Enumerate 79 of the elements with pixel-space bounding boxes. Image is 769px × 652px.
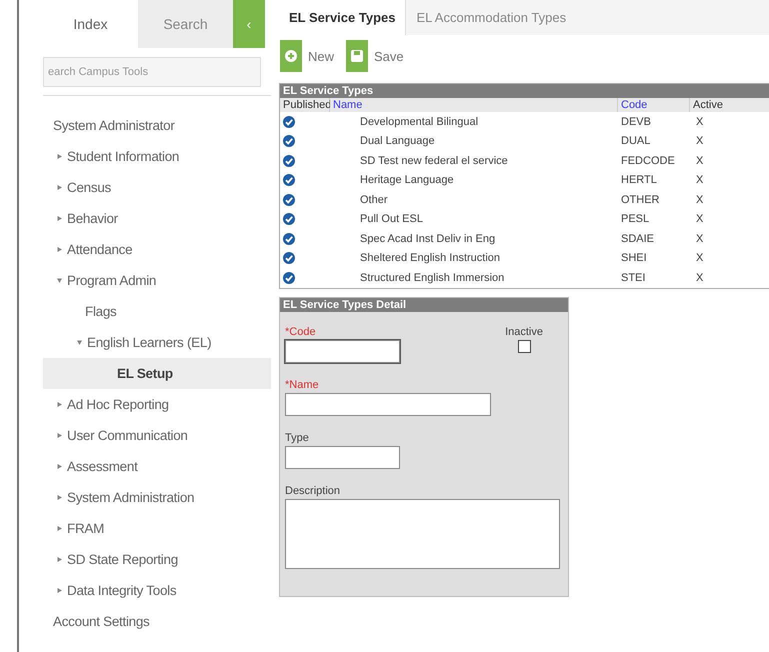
table-cell-text: X <box>695 212 704 228</box>
table-cell-text: X <box>695 114 704 130</box>
caret-right-icon <box>57 464 62 469</box>
caret-right-icon <box>57 402 62 407</box>
save-icon <box>346 40 368 72</box>
table-cell-text: Dual Language <box>359 134 436 150</box>
table-cell-text: HERTL <box>620 173 658 188</box>
caret-right-icon <box>57 216 62 221</box>
caret-right-icon <box>57 588 62 593</box>
nav-item[interactable]: Student Information <box>43 141 271 172</box>
panel-title: EL Service Types Detail <box>280 298 568 312</box>
new-button[interactable]: New <box>280 40 334 72</box>
save-button[interactable]: Save <box>346 40 404 72</box>
caret-right-icon <box>57 526 62 531</box>
field-label: *Name <box>285 378 320 390</box>
table-cell-text: DUAL <box>620 134 652 150</box>
caret-down-icon <box>77 340 82 345</box>
table-cell-text: Heritage Language <box>359 173 455 188</box>
column-header: Active <box>690 98 769 112</box>
field-label: Description <box>285 484 342 496</box>
table-cell-text: Other <box>359 192 389 208</box>
nav-item[interactable]: System Administrator <box>43 110 271 141</box>
nav-item[interactable]: System Administration <box>43 482 271 513</box>
table-cell-text: X <box>695 270 704 286</box>
nav-item[interactable]: Behavior <box>43 203 271 234</box>
nav-item[interactable]: SD State Reporting <box>43 544 271 575</box>
nav-item[interactable]: EL Setup <box>43 358 271 389</box>
field-label: Type <box>285 432 310 444</box>
table-cell-text: X <box>695 154 704 169</box>
nav-item[interactable]: Attendance <box>43 234 271 265</box>
table-title: EL Service Types <box>280 84 769 98</box>
field-label: *Code <box>285 326 317 338</box>
caret-down-icon <box>57 278 62 283</box>
table-cell-text: FEDCODE <box>620 154 676 169</box>
nav-item[interactable]: FRAM <box>43 513 271 544</box>
nav-item[interactable]: Ad Hoc Reporting <box>43 389 271 420</box>
nav-item[interactable]: Flags <box>43 296 271 327</box>
table-cell-text: OTHER <box>620 192 660 208</box>
plus-icon <box>280 40 302 72</box>
table-cell-text: STEI <box>620 270 646 286</box>
table-cell-text: PESL <box>620 212 650 228</box>
column-header: Published <box>280 98 330 112</box>
column-header[interactable]: Name <box>330 98 618 112</box>
table-cell-text: X <box>695 192 704 208</box>
table-cell-text: Spec Acad Inst Deliv in Eng <box>359 232 496 247</box>
table-cell-text: Developmental Bilingual <box>359 114 480 130</box>
table-cell-text: X <box>695 173 704 188</box>
tab[interactable]: EL Accommodation Types <box>405 0 769 35</box>
table-cell-text: Pull Out ESL <box>359 212 424 228</box>
table-cell-text: X <box>695 134 704 150</box>
caret-right-icon <box>57 185 62 190</box>
nav-item[interactable]: Program Admin <box>43 265 271 296</box>
table-cell-text: SD Test new federal el service <box>359 154 509 169</box>
nav-item[interactable]: English Learners (EL) <box>43 327 271 358</box>
caret-right-icon <box>57 154 62 159</box>
input-field[interactable] <box>285 446 400 468</box>
nav-item[interactable]: Assessment <box>43 451 271 482</box>
input-field[interactable] <box>285 392 491 416</box>
description-field[interactable] <box>285 498 560 568</box>
table-cell-text: X <box>695 232 704 247</box>
search-field[interactable]: earch Campus Tools <box>43 57 261 87</box>
nav-item[interactable]: Data Integrity Tools <box>43 575 271 606</box>
column-header[interactable]: Code <box>618 98 690 112</box>
nav-item[interactable]: Account Settings <box>43 606 271 637</box>
table-cell-text: Sheltered English Instruction <box>359 251 502 266</box>
table-cell-text: Structured English Immersion <box>359 270 506 286</box>
caret-right-icon <box>57 247 62 252</box>
sidebar-tab[interactable]: Search <box>138 0 233 48</box>
table-cell-text: SDAIE <box>620 232 656 247</box>
nav-item[interactable]: User Communication <box>43 420 271 451</box>
field-label: Inactive <box>505 326 543 338</box>
caret-right-icon <box>57 557 62 562</box>
caret-right-icon <box>57 495 62 500</box>
input-field[interactable] <box>285 340 400 362</box>
nav-item[interactable]: Census <box>43 172 271 203</box>
table-cell-text: X <box>695 251 704 266</box>
table-cell-text: SHEI <box>620 251 648 266</box>
caret-right-icon <box>57 433 62 438</box>
table-cell-text: DEVB <box>620 114 652 130</box>
